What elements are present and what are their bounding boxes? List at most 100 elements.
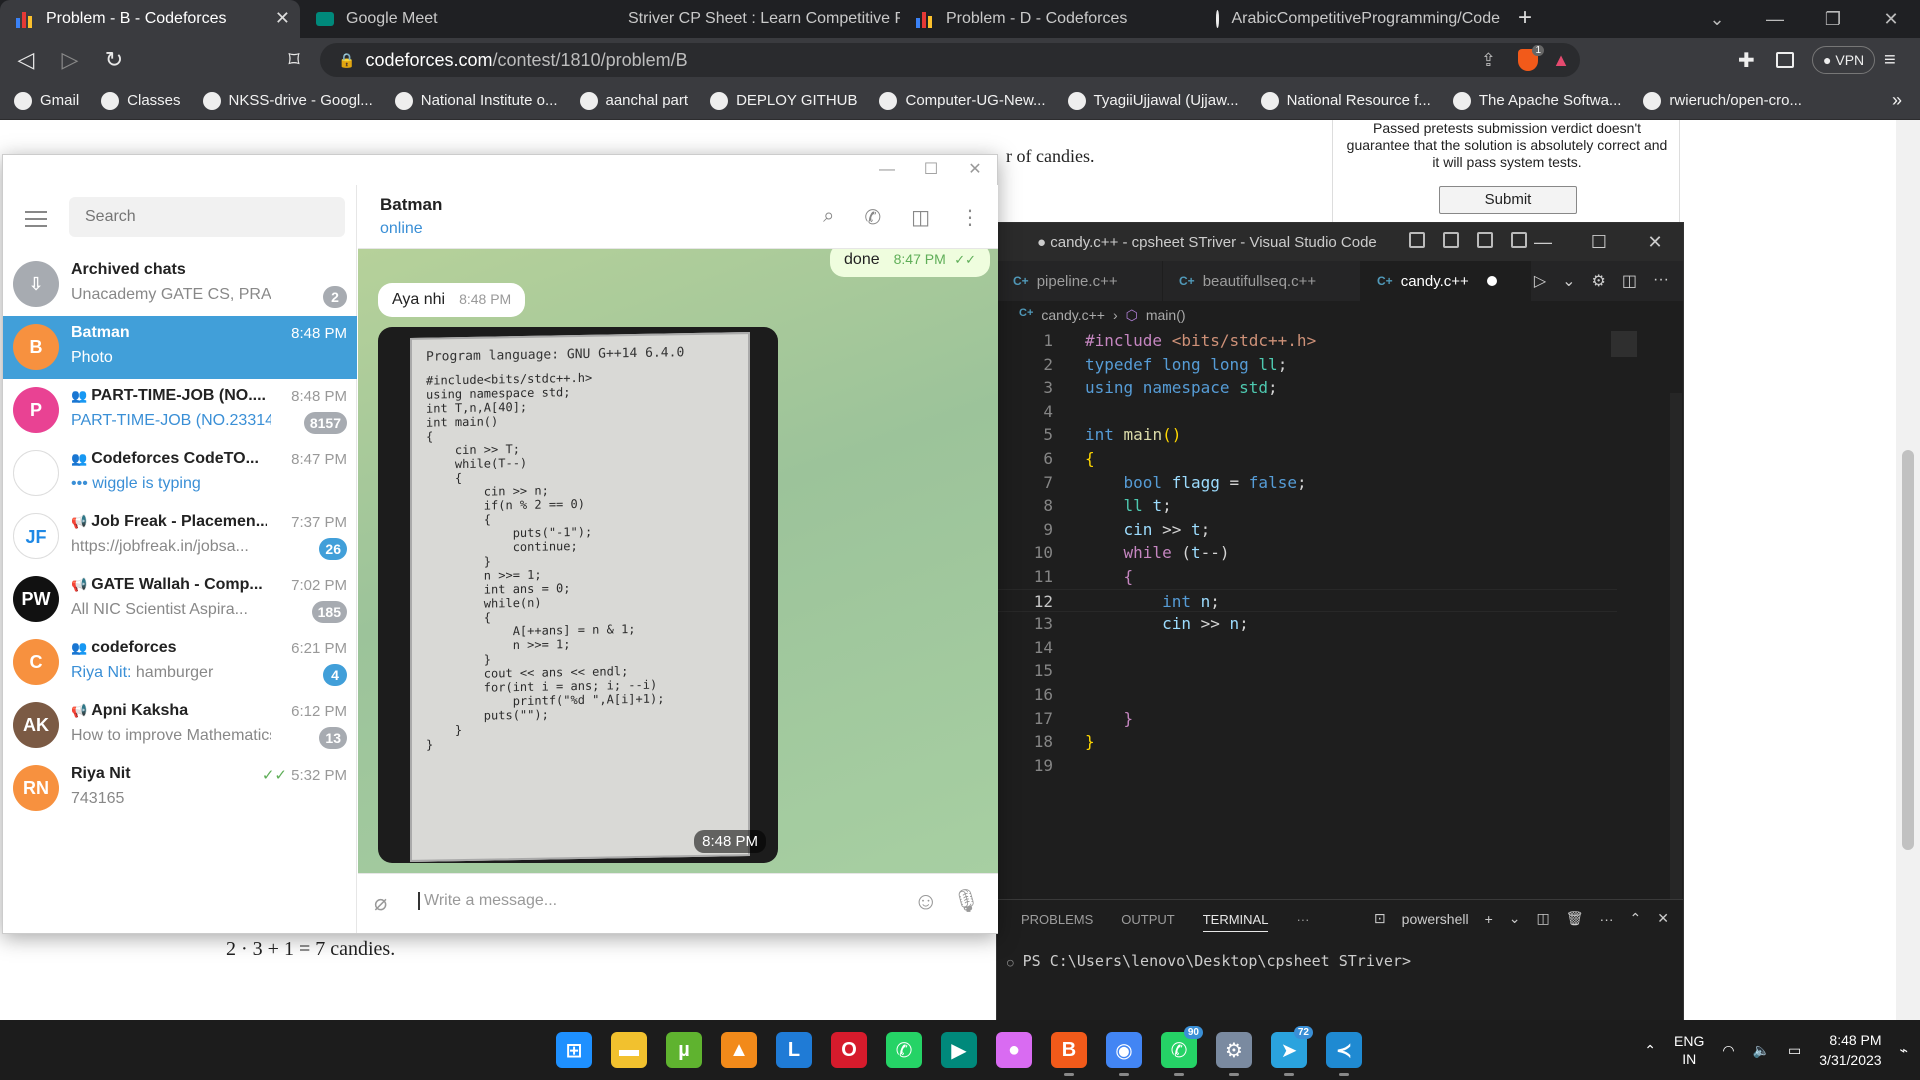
peer-name[interactable]: Batman — [380, 195, 442, 215]
editor-tab[interactable]: C+ pipeline.c++ — [997, 261, 1163, 301]
shell-label[interactable]: powershell — [1402, 911, 1469, 927]
split-terminal-icon[interactable]: ◫ — [1537, 910, 1550, 927]
photo-message[interactable]: Program language: GNU G++14 6.4.0 #inclu… — [378, 327, 778, 863]
vscode-icon[interactable]: ≺ — [1326, 1032, 1362, 1076]
emoji-icon[interactable]: ☺ — [913, 888, 938, 916]
chat-list-item[interactable]: 👥 Codeforces CodeTO... 8:47 PM ••• wiggle i… — [3, 442, 357, 505]
bookmark-item[interactable]: Computer-UG-New... — [879, 91, 1046, 110]
chat-list-item[interactable]: AK 📢 Apni Kaksha 6:12 PM How to improve Math… — [3, 694, 357, 757]
toggle-secondary-sidebar-icon[interactable] — [1477, 232, 1494, 248]
sidebar-toggle-icon[interactable]: ◫ — [911, 205, 930, 230]
share-icon[interactable]: ⇪ — [1481, 50, 1496, 71]
message-bubble-out[interactable]: done 8:47 PM ✓✓ — [830, 249, 990, 277]
close-window-icon[interactable]: ✕ — [1862, 0, 1920, 38]
wifi-icon[interactable]: ◠ — [1722, 1042, 1734, 1059]
more-bookmarks-icon[interactable]: » — [1892, 90, 1902, 111]
close-icon[interactable]: ✕ — [953, 155, 997, 185]
search-icon[interactable]: ⌕ — [823, 205, 834, 230]
app-pink-icon[interactable]: ● — [996, 1032, 1032, 1068]
maximize-icon[interactable]: ☐ — [1571, 223, 1627, 261]
toggle-panel-icon[interactable] — [1442, 232, 1459, 248]
vpn-button[interactable]: ● VPN — [1812, 46, 1876, 74]
terminal[interactable]: ○ PS C:\Users\lenovo\Desktop\cpsheet STr… — [1007, 952, 1411, 970]
settings-gear-icon[interactable]: ⚙ — [1592, 271, 1606, 291]
split-editor-icon[interactable]: ◫ — [1622, 271, 1637, 291]
telegram-icon[interactable]: ➤ 72 — [1271, 1026, 1313, 1076]
libby-icon[interactable]: L — [776, 1032, 812, 1068]
bookmark-item[interactable]: Classes — [101, 91, 181, 110]
opera-icon[interactable]: O — [831, 1032, 867, 1068]
hamburger-menu-icon[interactable] — [25, 211, 47, 227]
language-indicator[interactable]: ENG IN — [1674, 1032, 1704, 1068]
bookmark-item[interactable]: National Resource f... — [1260, 91, 1431, 110]
extensions-icon[interactable]: ✚ — [1738, 48, 1755, 73]
back-icon[interactable]: ◁ — [8, 47, 44, 73]
breadcrumb-file[interactable]: candy.c++ — [1041, 307, 1105, 324]
bookmark-item[interactable]: Gmail — [14, 91, 79, 110]
message-input[interactable]: Write a message... — [418, 892, 858, 910]
chat-list-item[interactable]: ⇩ Archived chats Unacademy GATE CS, PRAYA.… — [3, 253, 357, 316]
start-icon[interactable]: ⊞ — [556, 1032, 592, 1068]
search-input[interactable] — [69, 197, 345, 237]
tab-google-meet[interactable]: Google Meet — [300, 0, 600, 38]
scrollbar-thumb[interactable] — [1902, 450, 1914, 850]
chat-list-item[interactable]: P 👥 PART-TIME-JOB (NO.... 8:48 PM PART-TIME-… — [3, 379, 357, 442]
bookmark-item[interactable]: rwieruch/open-cro... — [1643, 91, 1802, 110]
more-icon[interactable]: ··· — [1296, 912, 1309, 932]
tab-output[interactable]: OUTPUT — [1121, 912, 1174, 932]
close-icon[interactable]: ✕ — [1627, 223, 1683, 261]
chat-list-item[interactable]: JF 📢 Job Freak - Placemen... 7:37 PM https:/… — [3, 505, 357, 568]
meet-icon[interactable]: ▶ — [941, 1032, 977, 1068]
new-terminal-icon[interactable]: + — [1485, 911, 1493, 927]
phone-icon[interactable]: ✆ — [864, 205, 881, 230]
url-input[interactable]: 🔒 codeforces.com/contest/1810/problem/B … — [320, 43, 1580, 77]
chevron-down-icon[interactable]: ⌄ — [1562, 271, 1575, 291]
submit-button[interactable]: Submit — [1439, 186, 1577, 214]
attach-icon[interactable]: ⌀ — [374, 890, 387, 916]
chevron-up-icon[interactable]: ⌃ — [1644, 1042, 1656, 1059]
tab-github[interactable]: ArabicCompetitiveProgramming/Code — [1200, 0, 1500, 38]
trash-icon[interactable]: 🗑 — [1566, 910, 1584, 927]
forward-icon[interactable]: ▷ — [52, 47, 88, 73]
toggle-sidebar-icon[interactable] — [1408, 232, 1425, 248]
bookmark-item[interactable]: DEPLOY GITHUB — [710, 91, 857, 110]
chat-list-item[interactable]: RN Riya Nit ✓✓ 5:32 PM 743165 — [3, 757, 357, 820]
clock[interactable]: 8:48 PM 3/31/2023 — [1819, 1030, 1881, 1070]
chrome-icon[interactable]: ◉ — [1106, 1032, 1142, 1076]
bookmark-item[interactable]: The Apache Softwa... — [1452, 91, 1621, 110]
minimap[interactable] — [1611, 331, 1637, 357]
tab-striver[interactable]: Striver CP Sheet : Learn Competitive Pr — [600, 0, 900, 38]
close-panel-icon[interactable]: ✕ — [1657, 910, 1669, 927]
restore-icon[interactable]: ❐ — [1804, 0, 1862, 38]
whatsapp-desktop-icon[interactable]: ✆ — [886, 1032, 922, 1068]
page-scrollbar[interactable] — [1896, 120, 1920, 1020]
more-actions-icon[interactable]: ··· — [1600, 911, 1614, 927]
message-area[interactable]: done 8:47 PM ✓✓ Aya nhi 8:48 PM Program la… — [358, 249, 998, 873]
new-tab-icon[interactable]: + — [1518, 4, 1532, 32]
bookmark-item[interactable]: aanchal part — [579, 91, 688, 110]
battery-icon[interactable]: ▭ — [1788, 1042, 1801, 1059]
chat-list-item[interactable]: PW 📢 GATE Wallah - Comp... 7:02 PM All NIC S… — [3, 568, 357, 631]
settings-icon[interactable]: ⚙ — [1216, 1032, 1252, 1076]
volume-icon[interactable]: 🔈 — [1753, 1042, 1770, 1059]
microphone-icon[interactable]: 🎙 — [952, 888, 980, 914]
minimize-icon[interactable]: — — [865, 155, 909, 185]
reload-icon[interactable]: ↻ — [96, 47, 132, 73]
more-vertical-icon[interactable]: ⋮ — [960, 205, 980, 230]
whatsapp-icon[interactable]: ✆ 90 — [1161, 1026, 1203, 1076]
maximize-icon[interactable]: ☐ — [909, 155, 953, 185]
sidebar-icon[interactable] — [1776, 52, 1794, 68]
tab-search-icon[interactable]: ⌄ — [1688, 0, 1746, 38]
run-icon[interactable]: ▷ — [1534, 271, 1546, 291]
menu-icon[interactable]: ≡ — [1884, 49, 1896, 72]
brave-rewards-icon[interactable]: ▲ — [1552, 50, 1570, 71]
close-icon[interactable]: ✕ — [275, 8, 290, 29]
tab-problem-d[interactable]: Problem - D - Codeforces — [900, 0, 1200, 38]
bookmark-item[interactable]: TyagiiUjjawal (Ujjaw... — [1067, 91, 1239, 110]
chat-list-item[interactable]: C 👥 codeforces 6:21 PM Riya Nit: hamburger 4 — [3, 631, 357, 694]
code-editor[interactable]: 1 #include <bits/stdc++.h> 2 typedef long … — [997, 329, 1617, 777]
bookmark-item[interactable]: NKSS-drive - Googl... — [202, 91, 373, 110]
editor-tab[interactable]: C+ beautifullseq.c++ — [1163, 261, 1361, 301]
bookmark-icon[interactable]: ⌑ — [276, 47, 312, 73]
chevron-down-icon[interactable]: ⌄ — [1509, 910, 1521, 927]
